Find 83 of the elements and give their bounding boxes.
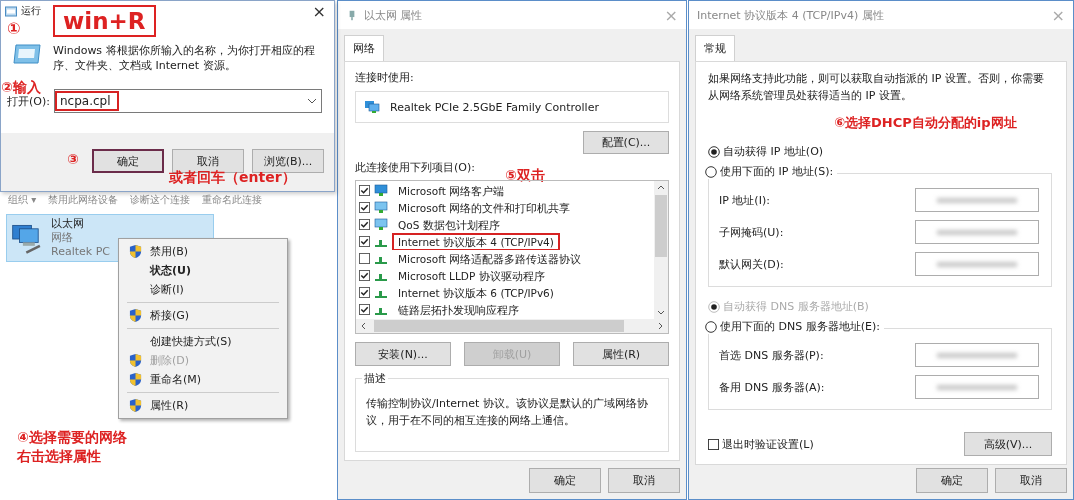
menu-item[interactable]: 创建快捷方式(S) <box>119 332 287 351</box>
adapter-name: 以太网 <box>51 217 85 231</box>
radio-button[interactable] <box>708 145 720 158</box>
window-title: 运行 <box>21 4 41 18</box>
tab[interactable]: 常规 <box>695 35 735 61</box>
checkbox-option[interactable]: 退出时验证设置(L) <box>708 436 814 452</box>
description-text: 传输控制协议/Internet 协议。该协议是默认的广域网络协议，用于在不同的相互连接的网络上通信。 <box>366 397 648 427</box>
checkbox[interactable] <box>359 185 370 196</box>
checkbox[interactable] <box>359 287 370 298</box>
field-label: 首选 DNS 服务器(P): <box>719 347 824 363</box>
dialog-button[interactable]: 取消 <box>608 468 680 493</box>
list-item[interactable]: Internet 协议版本 4 (TCP/IPv4) <box>392 232 560 251</box>
tab[interactable]: 网络 <box>344 35 384 61</box>
advanced-button[interactable]: 高级(V)... <box>964 432 1052 456</box>
description-text: Windows 将根据你所输入的名称，为你打开相应的程序、文件夹、文档或 Internet 资源。 <box>53 43 316 73</box>
scroll-down-icon[interactable] <box>656 309 666 317</box>
window-title: Internet 协议版本 4 (TCP/IPv4) 属性 <box>697 7 884 23</box>
checkbox[interactable] <box>359 304 370 315</box>
checkbox[interactable] <box>708 438 719 450</box>
checkbox[interactable] <box>359 202 370 213</box>
ip-address-field[interactable] <box>915 220 1039 244</box>
adapter-status: 网络 <box>51 231 74 245</box>
network-icon <box>364 100 380 114</box>
scroll-right-icon[interactable] <box>657 321 665 331</box>
step-number: ① <box>7 19 21 38</box>
dialog-button[interactable]: 确定 <box>916 468 988 493</box>
checkbox[interactable] <box>359 270 370 281</box>
section-label: 此连接使用下列项目(O): <box>355 160 475 175</box>
dialog-button[interactable]: 确定 <box>529 468 601 493</box>
ip-address-field[interactable] <box>915 375 1039 399</box>
step-number: ③ <box>67 151 79 167</box>
ip-address-field[interactable] <box>915 252 1039 276</box>
radio-option[interactable]: 使用下面的 DNS 服务器地址(E): <box>705 319 884 334</box>
checkbox[interactable] <box>359 253 370 264</box>
radio-button[interactable] <box>705 165 717 178</box>
configure-button[interactable]: 配置(C)... <box>583 131 669 154</box>
radio-option[interactable]: 自动获得 IP 地址(O) <box>708 144 1052 159</box>
caret-icon <box>307 98 317 104</box>
menu-item[interactable]: 桥接(G) <box>119 306 287 325</box>
dialog-button[interactable]: 取消 <box>995 468 1067 493</box>
step-label: 右击选择属性 <box>17 447 102 466</box>
group-title: 描述 <box>362 371 388 386</box>
intro-text: 如果网络支持此功能，则可以获取自动指派的 IP 设置。否则，你需要从网络系统管理员处获得适当的 IP 设置。 <box>708 71 1045 104</box>
adapter-device: Realtek PC <box>51 245 110 259</box>
checkbox[interactable] <box>359 236 370 247</box>
toolbar-item[interactable]: 禁用此网络设备 <box>48 193 119 207</box>
scroll-up-icon[interactable] <box>656 183 666 191</box>
adapter-name: Realtek PCIe 2.5GbE Family Controller <box>390 100 599 114</box>
dialog-button[interactable]: 浏览(B)... <box>252 149 324 173</box>
section-label: 连接时使用: <box>355 70 415 85</box>
menu-item[interactable]: 属性(R) <box>119 396 287 415</box>
shortcut-callout: win+R <box>53 5 156 37</box>
menu-item[interactable]: 状态(U) <box>119 261 287 280</box>
step-label: ⑥选择DHCP自动分配的ip网址 <box>834 114 1018 132</box>
step-label: ②输入 <box>1 79 41 96</box>
field-label: IP 地址(I): <box>719 192 770 208</box>
run-icon <box>5 5 17 17</box>
toolbar-item[interactable]: 组织 ▾ <box>8 193 37 207</box>
dialog-button[interactable]: 确定 <box>92 149 164 173</box>
menu-item[interactable]: 诊断(I) <box>119 280 287 299</box>
window-title: 以太网 属性 <box>364 7 423 23</box>
checkbox[interactable] <box>359 219 370 230</box>
dialog-button[interactable]: 属性(R) <box>573 342 669 366</box>
field-value: ncpa.cpl <box>54 91 119 111</box>
toolbar-item[interactable]: 重命名此连接 <box>202 193 263 207</box>
radio-button[interactable] <box>705 320 717 333</box>
field-label: 默认网关(D): <box>719 256 784 272</box>
open-label: 打开(O): <box>7 94 50 109</box>
radio-option[interactable]: 使用下面的 IP 地址(S): <box>705 164 838 179</box>
field-label: 子网掩码(U): <box>719 224 784 240</box>
field-label: 备用 DNS 服务器(A): <box>719 379 825 395</box>
dialog-button[interactable]: 安装(N)... <box>355 342 451 366</box>
step-label: ④选择需要的网络 <box>17 428 127 447</box>
scrollbar[interactable] <box>356 319 668 333</box>
ip-address-field[interactable] <box>915 343 1039 367</box>
run-icon <box>13 43 41 65</box>
menu-item[interactable]: 重命名(M) <box>119 370 287 389</box>
scrollbar[interactable] <box>654 181 668 319</box>
open-field[interactable]: ncpa.cpl <box>53 89 322 113</box>
toolbar-item[interactable]: 诊断这个连接 <box>130 193 191 207</box>
ip-address-field[interactable] <box>915 188 1039 212</box>
scroll-left-icon[interactable] <box>359 321 367 331</box>
close-button[interactable]: × <box>312 1 326 21</box>
